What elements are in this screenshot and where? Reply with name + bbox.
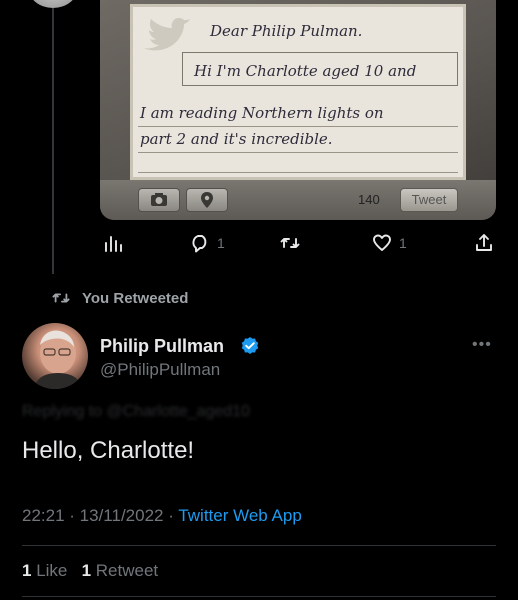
tweet-time[interactable]: 22:21: [22, 506, 65, 525]
heart-icon: [373, 234, 391, 251]
likes-stat-label: Like: [36, 561, 68, 580]
meta-separator: ·: [69, 506, 80, 525]
location-pin-icon: [186, 188, 228, 212]
tweet-photo[interactable]: Dear Philip Pulman. Hi I'm Charlotte age…: [100, 0, 496, 220]
analytics-button[interactable]: [103, 233, 123, 253]
tweet-meta: 22:21 · 13/11/2022 · Twitter Web App: [22, 506, 302, 526]
photo-tweet-button: Tweet: [400, 188, 458, 212]
reply-icon: [192, 235, 207, 253]
replying-to[interactable]: Replying to @Charlotte_aged10: [22, 403, 250, 421]
retweet-banner[interactable]: You Retweeted: [52, 289, 188, 307]
retweets-stat-count: 1: [81, 561, 92, 580]
retweets-stat-label: Retweet: [95, 561, 159, 580]
more-options-button[interactable]: •••: [472, 336, 492, 354]
note-rule: [138, 126, 458, 127]
meta-separator: ·: [168, 506, 179, 525]
likes-stat-count: 1: [22, 561, 32, 580]
divider: [22, 596, 496, 597]
note-rule: [138, 152, 458, 153]
note-line: Dear Philip Pulman.: [210, 22, 363, 40]
camera-icon: [138, 188, 180, 212]
share-button[interactable]: [474, 233, 494, 253]
reply-button[interactable]: 1: [190, 233, 225, 253]
photo-toolbar: 140 Tweet: [100, 180, 496, 220]
thread-line: [52, 8, 54, 274]
author-handle[interactable]: @PhilipPullman: [100, 360, 220, 380]
retweet-button[interactable]: [280, 233, 300, 253]
handwritten-note: Dear Philip Pulman. Hi I'm Charlotte age…: [130, 4, 466, 180]
previous-author-avatar[interactable]: [28, 0, 78, 8]
note-line: I am reading Northern lights on: [140, 104, 384, 122]
retweet-icon: [280, 238, 300, 248]
author-avatar[interactable]: [22, 323, 88, 389]
note-rule: [138, 172, 458, 173]
character-count: 140: [358, 192, 380, 207]
note-line: Hi I'm Charlotte aged 10 and: [194, 62, 417, 80]
retweet-banner-label: You Retweeted: [82, 289, 189, 307]
tweet-source-link[interactable]: Twitter Web App: [178, 506, 301, 525]
share-icon: [476, 234, 492, 251]
retweet-icon: [52, 293, 70, 303]
like-count: 1: [399, 235, 407, 251]
retweets-stat[interactable]: 1 Retweet: [82, 561, 159, 580]
verified-badge-icon: [241, 337, 259, 354]
author-name[interactable]: Philip Pullman: [100, 336, 224, 357]
analytics-icon: [105, 236, 122, 252]
note-line: part 2 and it's incredible.: [140, 130, 333, 148]
tweet-text: Hello, Charlotte!: [22, 437, 195, 464]
tweet-date[interactable]: 13/11/2022: [80, 506, 164, 525]
like-button[interactable]: 1: [372, 233, 407, 253]
reply-count: 1: [217, 235, 225, 251]
likes-stat[interactable]: 1 Like: [22, 561, 67, 580]
tweet-stats: 1 Like 1 Retweet: [22, 561, 158, 581]
divider: [22, 545, 496, 546]
